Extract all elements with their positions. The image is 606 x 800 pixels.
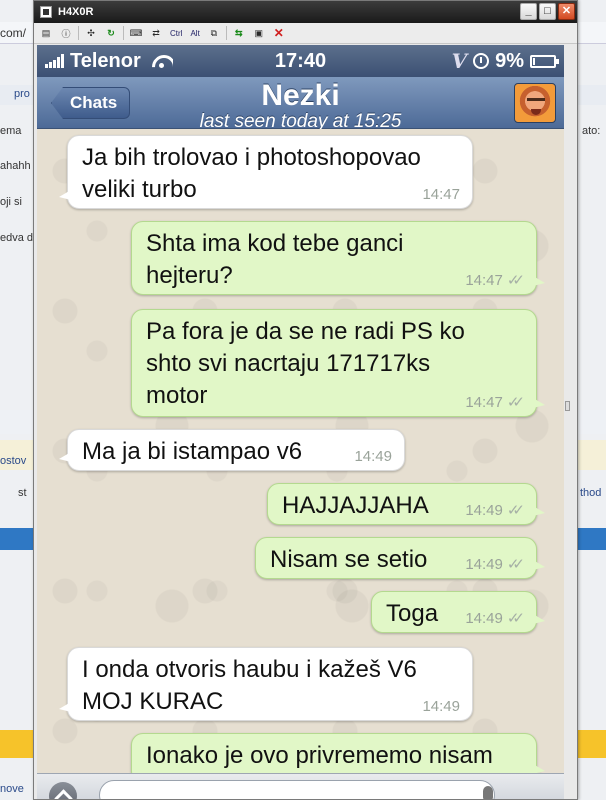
message-text: Ma ja bi istampao v6 (82, 438, 303, 465)
contact-name[interactable]: Nezki (37, 79, 564, 113)
battery-fill (533, 57, 535, 65)
incoming-message-bubble[interactable]: I onda otvoris haubu i kažeš V6 MOJ KURA… (59, 647, 473, 721)
outgoing-message-bubble[interactable]: Toga 14:49 ✓✓ (371, 591, 545, 633)
viber-icon: V (451, 49, 468, 73)
background-fragment-st: st (18, 487, 27, 499)
message-meta: 14:49 ✓✓ (465, 556, 525, 574)
message-meta: 14:49 ✓✓ (465, 502, 525, 520)
incoming-message-bubble[interactable]: Ja bih trolovao i photoshopovao veliki t… (59, 135, 473, 209)
refresh-icon[interactable]: ↻ (103, 26, 119, 40)
phone-status-bar: Telenor 17:40 V 9% (37, 45, 564, 77)
phone-screen: Telenor 17:40 V 9% Chats Nezki last seen… (37, 45, 564, 799)
background-fragment-ato: ato: (582, 125, 601, 137)
close-button[interactable]: ✕ (558, 3, 575, 20)
contact-avatar[interactable] (514, 83, 556, 123)
double-check-icon: ✓✓ (506, 272, 525, 289)
signal-icon (45, 54, 64, 68)
message-meta: 14:47 (422, 186, 460, 204)
camera-icon[interactable] (49, 782, 77, 799)
background-fragment-ojisi: oji si (0, 196, 23, 208)
disk-icon[interactable]: ▣ (251, 26, 267, 40)
incoming-message-bubble[interactable]: Ma ja bi istampao v6 14:49 (59, 429, 405, 471)
message-meta: 14:49 (354, 448, 392, 466)
message-text: Ionako je ovo privrememo nisam (146, 742, 493, 769)
message-time: 14:49 (422, 698, 460, 715)
disconnect-icon[interactable]: ✕ (271, 26, 287, 40)
status-right-group: V 9% (451, 49, 559, 73)
message-time: 14:49 (465, 502, 503, 519)
outgoing-message-bubble[interactable]: Nisam se setio 14:49 ✓✓ (255, 537, 545, 579)
window-titlebar: H4X0R _ □ ✕ (34, 1, 577, 23)
toolbar-divider (123, 26, 124, 40)
background-fragment-nove: nove (0, 783, 24, 795)
transfer-icon[interactable]: ⇆ (231, 26, 247, 40)
message-meta: 14:49 ✓✓ (465, 610, 525, 628)
message-meta: 14:47 ✓✓ (465, 272, 525, 290)
background-left-panel (0, 0, 34, 800)
message-time: 14:47 (465, 272, 503, 289)
message-text: Ja bih trolovao i photoshopovao veliki t… (82, 144, 421, 203)
save-icon[interactable]: ▤ (38, 26, 54, 40)
mic-icon[interactable] (483, 786, 493, 799)
double-check-icon: ✓✓ (506, 394, 525, 411)
outgoing-message-bubble[interactable]: Shta ima kod tebe ganci hejteru? 14:47 ✓✓ (131, 221, 545, 295)
message-input[interactable] (99, 780, 495, 799)
message-meta: 14:49 (422, 698, 460, 716)
message-list[interactable]: Ja bih trolovao i photoshopovao veliki t… (37, 129, 564, 799)
alt-key-button[interactable]: Alt (188, 26, 201, 40)
battery-percent: 9% (495, 49, 524, 72)
settings-icon[interactable]: ✣ (83, 26, 99, 40)
minimize-button[interactable]: _ (520, 3, 537, 20)
background-fragment-edva: edva d (0, 232, 34, 244)
emulator-window: H4X0R _ □ ✕ ▤ ⓘ ✣ ↻ ⌨ ⇄ Ctrl Alt ⧉ ⇆ ▣ ✕… (33, 0, 578, 800)
message-input-bar (37, 773, 564, 799)
double-check-icon: ✓✓ (506, 556, 525, 573)
clock-icon (473, 53, 490, 69)
message-time: 14:47 (422, 186, 460, 203)
background-url-fragment: com/ (0, 26, 27, 40)
background-fragment-ahahh: ahahh (0, 160, 31, 172)
keyboard-icon[interactable]: ⌨ (128, 26, 144, 40)
message-text: I onda otvoris haubu i kažeš V6 MOJ KURA… (82, 656, 417, 715)
message-time: 14:49 (465, 610, 503, 627)
background-fragment-ostov: ostov (0, 455, 27, 467)
double-check-icon: ✓✓ (506, 502, 525, 519)
message-time: 14:49 (354, 448, 392, 465)
chat-header: Chats Nezki last seen today at 15:25 (37, 77, 564, 132)
double-check-icon: ✓✓ (506, 610, 525, 627)
carrier-name: Telenor (70, 49, 141, 72)
toolbar-divider (225, 26, 227, 40)
message-meta: 14:47 ✓✓ (465, 394, 525, 412)
outgoing-message-bubble[interactable]: Pa fora je da se ne radi PS ko shto svi … (131, 309, 545, 417)
ctrl-key-button[interactable]: Ctrl (168, 26, 184, 40)
background-fragment-thod: thod (580, 487, 602, 499)
connect-icon[interactable]: ⇄ (148, 26, 164, 40)
toolbar-divider (78, 26, 79, 40)
copy-icon[interactable]: ⧉ (206, 26, 222, 40)
outgoing-message-bubble[interactable]: HAJJAJJAHA 14:49 ✓✓ (267, 483, 545, 525)
background-fragment-pro: pro (14, 88, 30, 100)
message-time: 14:47 (465, 394, 503, 411)
wifi-icon (151, 53, 173, 69)
maximize-button[interactable]: □ (539, 3, 556, 20)
window-title: H4X0R (58, 6, 94, 18)
emulator-toolbar: ▤ ⓘ ✣ ↻ ⌨ ⇄ Ctrl Alt ⧉ ⇆ ▣ ✕ (34, 23, 577, 44)
window-scrollbar-handle[interactable] (565, 401, 570, 411)
background-right-panel (578, 0, 606, 800)
background-fragment-ema: ema (0, 125, 22, 137)
message-time: 14:49 (465, 556, 503, 573)
app-icon (40, 6, 52, 18)
battery-icon (530, 54, 559, 68)
info-icon[interactable]: ⓘ (58, 26, 74, 40)
window-controls: _ □ ✕ (520, 3, 575, 20)
